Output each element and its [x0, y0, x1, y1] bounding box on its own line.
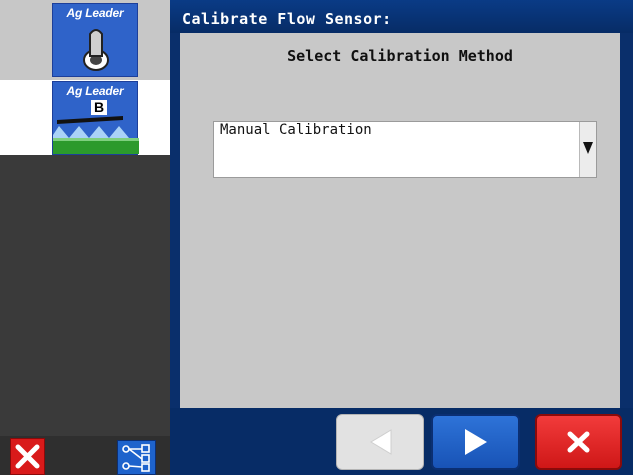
calibration-method-value: Manual Calibration [220, 122, 372, 138]
close-x-icon [15, 444, 40, 469]
brand-logo: Ag Leader [66, 6, 124, 20]
sidebar-tile-controller[interactable]: Ag Leader [52, 3, 138, 77]
next-button[interactable] [431, 414, 520, 470]
boom-badge: B [91, 100, 108, 115]
section-heading: Select Calibration Method [287, 47, 513, 65]
back-button[interactable] [336, 414, 424, 470]
calibration-method-select[interactable]: Manual Calibration [213, 121, 597, 178]
sidebar-tile-boom[interactable]: Ag Leader B [52, 81, 139, 155]
window-title: Calibrate Flow Sensor: [182, 10, 392, 28]
back-arrow-icon [370, 429, 392, 455]
close-button[interactable] [10, 438, 45, 475]
dropdown-toggle[interactable] [579, 122, 596, 177]
network-button[interactable] [117, 440, 156, 475]
network-diagram-icon [122, 444, 150, 472]
dropdown-arrow-icon [583, 142, 593, 154]
next-arrow-icon [465, 429, 487, 455]
cancel-x-icon [567, 431, 590, 453]
cancel-button[interactable] [535, 414, 622, 470]
brand-logo: Ag Leader [66, 84, 124, 98]
content-panel [180, 33, 620, 408]
